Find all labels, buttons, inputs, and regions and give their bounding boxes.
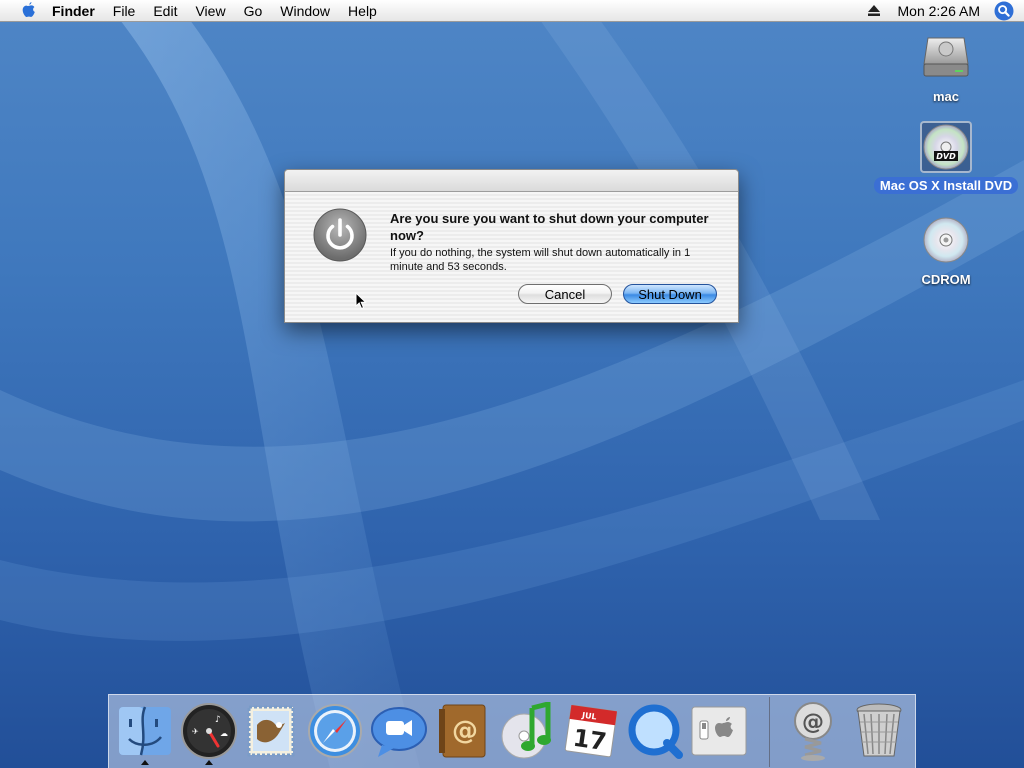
dock-dashboard[interactable]: ♪ ✈ ☁ <box>179 701 239 765</box>
hard-drive-icon <box>919 30 973 84</box>
address-book-icon: @ <box>439 704 486 758</box>
dock-system-preferences[interactable] <box>689 701 749 761</box>
desktop-icon-install-dvd[interactable]: DVD Mac OS X Install DVD <box>871 121 1021 195</box>
mouse-pointer-icon <box>355 291 367 315</box>
dock-address-book[interactable]: @ <box>433 701 493 761</box>
trash-icon <box>856 703 902 757</box>
ical-icon: JUL 17 <box>564 704 618 758</box>
spotlight-search-icon[interactable] <box>994 1 1014 21</box>
quicktime-icon <box>628 704 683 759</box>
dock-safari[interactable] <box>305 701 365 761</box>
svg-text:✈: ✈ <box>192 727 199 736</box>
dock-internet-connect[interactable]: @ <box>783 701 843 761</box>
menu-go[interactable]: Go <box>235 0 272 22</box>
mail-icon <box>247 705 295 757</box>
dialog-titlebar[interactable] <box>285 170 738 192</box>
dock-separator <box>769 697 770 767</box>
menu-window[interactable]: Window <box>271 0 339 22</box>
svg-text:@: @ <box>802 710 824 735</box>
dock: ♪ ✈ ☁ @ JUL 17 @ <box>108 694 916 768</box>
dock-mail[interactable] <box>241 701 301 761</box>
svg-text:♪: ♪ <box>215 715 221 725</box>
desktop-icon-label: CDROM <box>921 272 971 287</box>
desktop-icon-label: mac <box>932 89 960 104</box>
desktop <box>0 0 1024 768</box>
dock-trash[interactable] <box>849 701 909 761</box>
svg-text:☁: ☁ <box>220 729 228 738</box>
cd-icon <box>919 213 973 267</box>
running-indicator <box>141 760 149 765</box>
running-indicator <box>205 760 213 765</box>
itunes-icon <box>501 702 551 759</box>
finder-icon <box>119 706 171 756</box>
dialog-title: Are you sure you want to shut down your … <box>390 211 709 243</box>
menubar-clock[interactable]: Mon 2:26 AM <box>886 0 995 22</box>
wallpaper-swooshes <box>0 20 1024 768</box>
menu-file[interactable]: File <box>104 0 145 22</box>
menu-help[interactable]: Help <box>339 0 386 22</box>
dock-quicktime[interactable] <box>625 701 685 761</box>
svg-text:@: @ <box>452 716 478 746</box>
safari-icon <box>308 704 362 758</box>
svg-text:DVD: DVD <box>936 152 956 161</box>
menu-finder[interactable]: Finder <box>48 0 104 22</box>
ichat-icon <box>371 707 427 757</box>
menu-view[interactable]: View <box>186 0 234 22</box>
dock-finder[interactable] <box>115 701 175 765</box>
desktop-icon-mac[interactable]: mac <box>871 30 1021 106</box>
desktop-icon-cdrom[interactable]: CDROM <box>871 213 1021 289</box>
shut-down-button[interactable]: Shut Down <box>623 284 717 304</box>
dock-ichat[interactable] <box>369 701 429 761</box>
menu-edit[interactable]: Edit <box>144 0 186 22</box>
shutdown-dialog: Are you sure you want to shut down your … <box>284 169 739 323</box>
ical-day-label: 17 <box>571 724 608 756</box>
power-icon <box>313 208 367 262</box>
system-preferences-icon <box>691 706 747 756</box>
dvd-icon: DVD <box>920 121 972 173</box>
menu-bar: Finder File Edit View Go Window Help Mon… <box>0 0 1024 22</box>
eject-icon[interactable] <box>862 0 886 22</box>
dock-itunes[interactable] <box>497 701 557 761</box>
desktop-icon-label: Mac OS X Install DVD <box>873 177 1019 194</box>
dashboard-icon: ♪ ✈ ☁ <box>181 703 237 759</box>
cancel-button[interactable]: Cancel <box>518 284 612 304</box>
dock-ical[interactable]: JUL 17 <box>561 701 621 761</box>
dialog-message: If you do nothing, the system will shut … <box>390 247 691 273</box>
internet-connect-icon: @ <box>794 702 832 761</box>
apple-menu-icon[interactable] <box>8 0 48 22</box>
